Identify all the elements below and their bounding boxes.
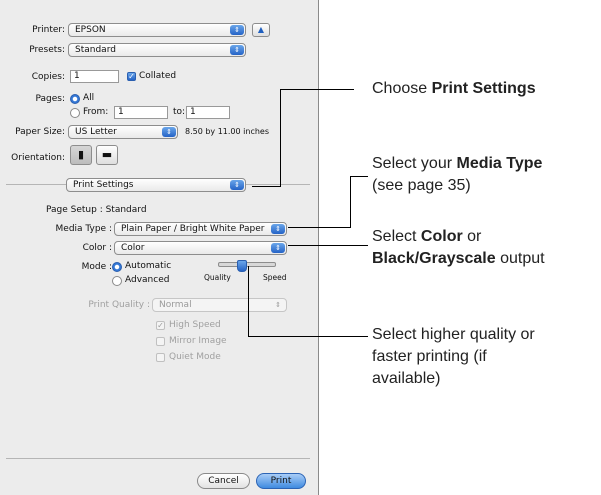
landscape-icon: ▬: [101, 148, 113, 161]
callout-text: Select: [372, 228, 421, 245]
pages-to-field[interactable]: 1: [186, 106, 230, 119]
leader-line-1: [280, 89, 281, 186]
callout-text: Select higher quality or: [372, 326, 535, 343]
mode-automatic-label: Automatic: [125, 261, 172, 271]
pages-to-label: to:: [173, 107, 186, 117]
callout-text: output: [495, 250, 545, 267]
paper-size-popup[interactable]: US Letter ⇕: [68, 125, 178, 139]
mode-advanced-label: Advanced: [125, 275, 170, 285]
callout-quality: Select higher quality or faster printing…: [372, 324, 535, 390]
callout-text: (see page 35): [372, 177, 471, 194]
leader-line-1: [280, 89, 354, 90]
orientation-portrait-button[interactable]: ▮: [70, 145, 92, 165]
color-value: Color: [121, 243, 145, 253]
high-speed-checkbox[interactable]: ✓: [156, 321, 165, 330]
mode-automatic-radio[interactable]: [112, 262, 122, 272]
callout-emphasis: Black/Grayscale: [372, 250, 496, 267]
cancel-button[interactable]: Cancel: [197, 473, 250, 489]
panel-value: Print Settings: [73, 180, 134, 190]
leader-line-2: [350, 176, 368, 177]
portrait-icon: ▮: [77, 148, 85, 161]
callout-emphasis: Media Type: [456, 155, 543, 172]
pages-all-radio[interactable]: [70, 94, 80, 104]
page-setup-text: Page Setup : Standard: [46, 205, 147, 215]
popup-arrows-icon: ⇕: [275, 301, 281, 309]
high-speed-label: High Speed: [169, 320, 221, 330]
callout-text: Select your: [372, 155, 457, 172]
paper-dimensions: 8.50 by 11.00 inches: [185, 127, 270, 136]
mirror-image-checkbox[interactable]: [156, 337, 165, 346]
print-quality-value: Normal: [159, 300, 192, 310]
quiet-mode-checkbox[interactable]: [156, 353, 165, 362]
callout-text: available): [372, 370, 441, 387]
callout-media-type: Select your Media Type (see page 35): [372, 153, 542, 197]
orientation-label: Orientation:: [11, 153, 65, 163]
pages-label: Pages:: [35, 94, 65, 104]
popup-arrows-icon: ⇕: [271, 243, 285, 253]
callout-text: faster printing (if: [372, 348, 487, 365]
print-button[interactable]: Print: [256, 473, 306, 489]
media-type-popup[interactable]: Plain Paper / Bright White Paper ⇕: [114, 222, 287, 236]
media-type-value: Plain Paper / Bright White Paper: [121, 224, 265, 234]
leader-line-2: [350, 176, 351, 227]
print-quality-label: Print Quality :: [88, 300, 150, 310]
mirror-image-label: Mirror Image: [169, 336, 227, 346]
leader-line-4: [248, 266, 249, 337]
mode-advanced-radio[interactable]: [112, 276, 122, 286]
pages-from-radio[interactable]: [70, 108, 80, 118]
print-quality-popup[interactable]: Normal ⇕: [152, 298, 287, 312]
print-dialog: Printer: EPSON ⇕ ▲ Presets: Standard ⇕ C…: [0, 0, 319, 495]
popup-arrows-icon: ⇕: [230, 180, 244, 190]
copies-field[interactable]: 1: [70, 70, 119, 83]
printer-popup[interactable]: EPSON ⇕: [68, 23, 246, 37]
printer-value: EPSON: [75, 25, 106, 35]
leader-line-1: [252, 186, 281, 187]
media-type-label: Media Type :: [55, 224, 112, 234]
leader-line-2: [288, 227, 351, 228]
quality-label: Quality: [204, 273, 231, 282]
callout-emphasis: Print Settings: [431, 80, 536, 97]
callout-print-settings: Choose Print Settings: [372, 78, 536, 100]
quality-speed-slider-track[interactable]: [218, 262, 276, 267]
separator: [6, 458, 310, 459]
popup-arrows-icon: ⇕: [230, 45, 244, 55]
leader-line-4: [248, 336, 368, 337]
quiet-mode-label: Quiet Mode: [169, 352, 221, 362]
disclosure-button[interactable]: ▲: [252, 23, 270, 37]
presets-label: Presets:: [29, 45, 65, 55]
copies-label: Copies:: [31, 72, 65, 82]
popup-arrows-icon: ⇕: [162, 127, 176, 137]
pages-from-field[interactable]: 1: [114, 106, 168, 119]
color-popup[interactable]: Color ⇕: [114, 241, 287, 255]
callout-color: Select Color or Black/Grayscale output: [372, 226, 545, 270]
callout-text: Choose: [372, 80, 432, 97]
callout-emphasis: Color: [420, 228, 463, 245]
color-label: Color :: [82, 243, 112, 253]
callout-text: or: [462, 228, 482, 245]
collated-checkbox[interactable]: ✓: [127, 72, 136, 81]
paper-size-value: US Letter: [75, 127, 117, 137]
presets-value: Standard: [75, 45, 116, 55]
speed-label: Speed: [263, 273, 287, 282]
popup-arrows-icon: ⇕: [230, 25, 244, 35]
pages-from-label: From:: [83, 107, 109, 117]
mode-label: Mode :: [81, 262, 112, 272]
printer-label: Printer:: [32, 25, 65, 35]
pages-all-label: All: [83, 93, 95, 103]
popup-arrows-icon: ⇕: [271, 224, 285, 234]
paper-size-label: Paper Size:: [15, 127, 65, 137]
panel-popup[interactable]: Print Settings ⇕: [66, 178, 246, 192]
leader-line-3: [288, 245, 368, 246]
collated-label: Collated: [139, 71, 177, 81]
orientation-landscape-button[interactable]: ▬: [96, 145, 118, 165]
quality-speed-slider-thumb[interactable]: [237, 260, 247, 272]
presets-popup[interactable]: Standard ⇕: [68, 43, 246, 57]
